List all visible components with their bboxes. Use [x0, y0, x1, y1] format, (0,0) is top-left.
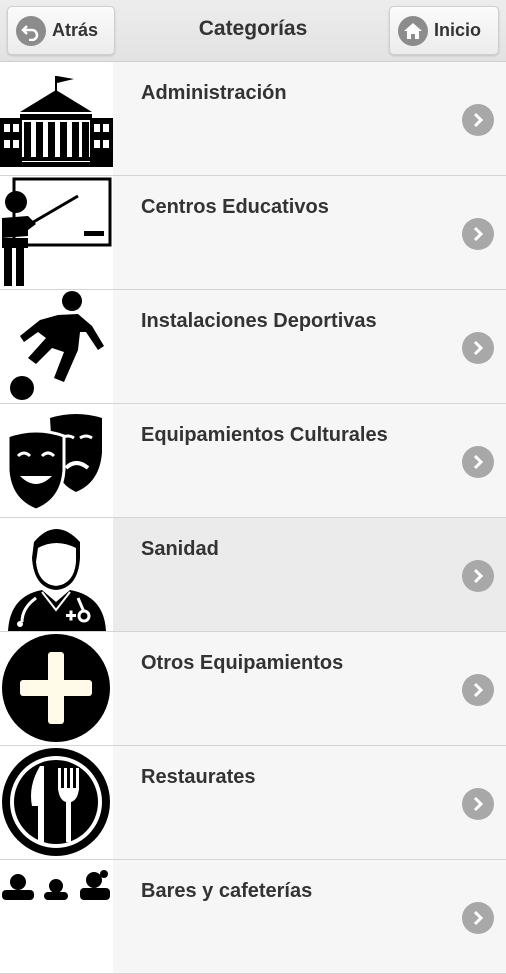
chevron-right-icon — [462, 332, 494, 364]
theater-masks-icon — [0, 404, 113, 517]
category-item-restaurates[interactable]: Restaurates — [0, 746, 506, 860]
chevron-right-icon — [462, 674, 494, 706]
category-label: Sanidad — [141, 538, 219, 560]
chevron-right-icon — [462, 218, 494, 250]
chevron-right-icon — [462, 560, 494, 592]
category-item-equipamientos-culturales[interactable]: Equipamientos Culturales — [0, 404, 506, 518]
teacher-blackboard-icon — [0, 176, 113, 289]
category-label: Equipamientos Culturales — [141, 424, 388, 446]
chevron-right-icon — [462, 104, 494, 136]
home-button[interactable]: Inicio — [389, 6, 499, 55]
home-icon — [398, 15, 428, 46]
category-label: Instalaciones Deportivas — [141, 310, 377, 332]
chevron-right-icon — [462, 446, 494, 478]
header-bar: Atrás Categorías Inicio — [0, 0, 506, 62]
chevron-right-icon — [462, 902, 494, 934]
category-item-otros-equipamientos[interactable]: Otros Equipamientos — [0, 632, 506, 746]
category-label: Otros Equipamientos — [141, 652, 344, 674]
category-item-sanidad[interactable]: Sanidad — [0, 518, 506, 632]
category-list: Administración Centros Educativos Instal… — [0, 62, 506, 974]
knife-fork-icon — [0, 746, 113, 859]
home-button-label: Inicio — [434, 20, 482, 40]
doctor-icon — [0, 518, 113, 631]
category-item-centros-educativos[interactable]: Centros Educativos — [0, 176, 506, 290]
soccer-player-icon — [0, 290, 113, 403]
category-item-bares-cafeterias[interactable]: Bares y cafeterías — [0, 860, 506, 974]
government-building-icon — [0, 62, 113, 175]
plus-circle-icon — [0, 632, 113, 745]
category-label: Restaurates — [141, 766, 256, 788]
people-group-icon — [0, 860, 113, 973]
category-item-instalaciones-deportivas[interactable]: Instalaciones Deportivas — [0, 290, 506, 404]
category-label: Administración — [141, 82, 287, 104]
category-item-administracion[interactable]: Administración — [0, 62, 506, 176]
chevron-right-icon — [462, 788, 494, 820]
category-label: Centros Educativos — [141, 196, 329, 218]
